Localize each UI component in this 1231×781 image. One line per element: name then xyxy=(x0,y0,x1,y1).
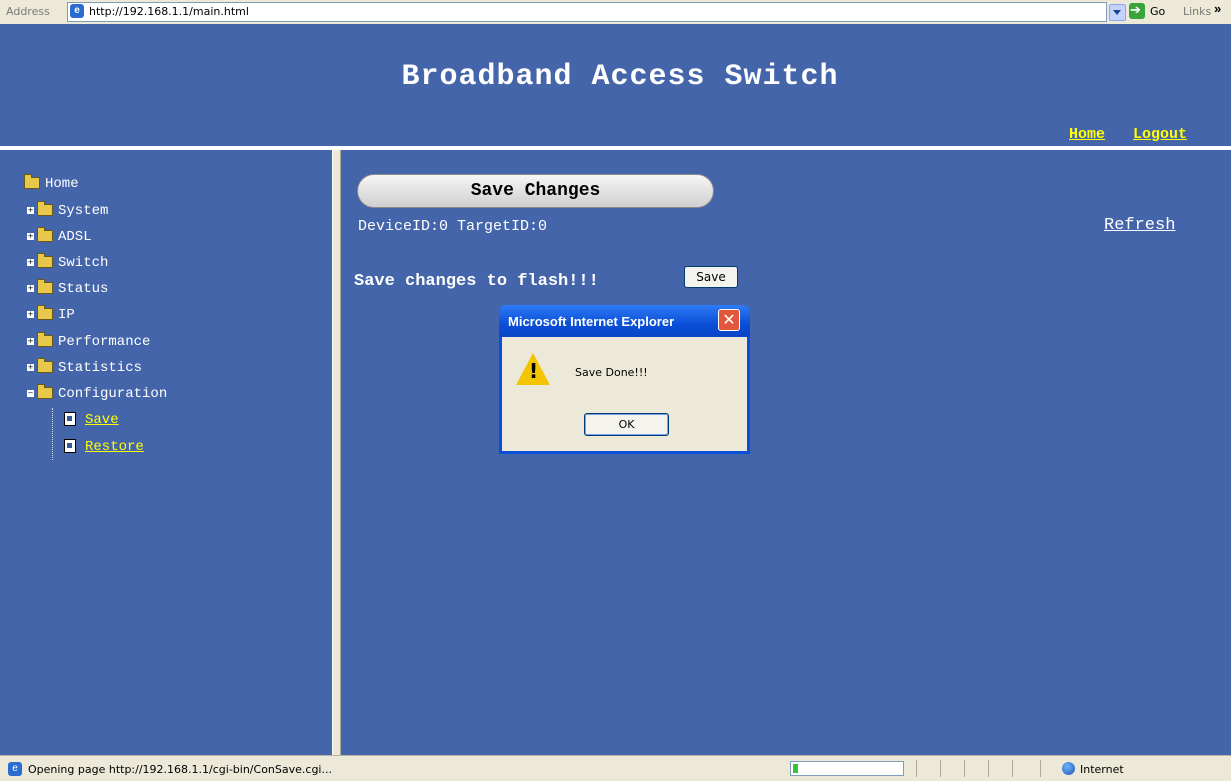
url-text: http://192.168.1.1/main.html xyxy=(89,5,249,18)
links-label[interactable]: Links xyxy=(1183,5,1211,18)
expand-icon[interactable]: + xyxy=(27,206,34,214)
expand-icon[interactable]: + xyxy=(27,284,34,292)
globe-icon xyxy=(1062,762,1075,775)
folder-icon xyxy=(37,279,53,295)
folder-icon xyxy=(37,227,53,243)
main-panel xyxy=(341,150,1231,755)
status-text: Opening page http://192.168.1.1/cgi-bin/… xyxy=(28,763,332,776)
ie-page-icon: e xyxy=(70,4,84,18)
links-chevron-icon[interactable]: » xyxy=(1214,1,1221,16)
folder-icon xyxy=(37,332,53,348)
go-arrow-icon[interactable] xyxy=(1129,2,1145,19)
tree-label: Performance xyxy=(58,334,151,350)
tree-label: System xyxy=(58,203,109,219)
dialog-message: Save Done!!! xyxy=(575,366,648,379)
tree-item-performance[interactable]: + Performance xyxy=(27,332,151,354)
page-icon xyxy=(64,439,76,454)
folder-open-icon xyxy=(24,174,40,190)
status-bar: e Opening page http://192.168.1.1/cgi-bi… xyxy=(0,755,1231,781)
tree-item-system[interactable]: + System xyxy=(27,201,109,223)
ie-page-icon: e xyxy=(8,762,22,776)
folder-icon xyxy=(37,358,53,374)
alert-dialog: Microsoft Internet Explorer ✕ ! Save Don… xyxy=(499,305,750,454)
status-divider xyxy=(1012,760,1013,777)
tree-item-restore[interactable]: Restore xyxy=(64,439,144,459)
folder-icon xyxy=(37,305,53,321)
tree-label: IP xyxy=(58,307,75,323)
security-zone: Internet xyxy=(1080,763,1124,776)
dialog-body: ! Save Done!!! OK xyxy=(502,337,747,451)
flash-label: Save changes to flash!!! xyxy=(354,272,599,291)
save-button[interactable]: Save xyxy=(684,266,738,288)
device-info: DeviceID:0 TargetID:0 xyxy=(358,218,548,235)
tree-guide-line xyxy=(52,408,54,460)
ok-button[interactable]: OK xyxy=(584,413,669,436)
tree-item-status[interactable]: + Status xyxy=(27,279,109,301)
save-changes-header: Save Changes xyxy=(357,174,714,208)
folder-icon xyxy=(37,253,53,269)
status-divider xyxy=(964,760,965,777)
tree-label: Configuration xyxy=(58,386,168,402)
page-title: Broadband Access Switch xyxy=(401,60,839,94)
folder-icon xyxy=(37,201,53,217)
collapse-icon[interactable]: − xyxy=(27,389,34,397)
dialog-title: Microsoft Internet Explorer xyxy=(508,314,675,329)
tree-label: Statistics xyxy=(58,360,143,376)
tree-item-switch[interactable]: + Switch xyxy=(27,253,109,275)
logout-link[interactable]: Logout xyxy=(1133,126,1187,143)
tree-label[interactable]: Restore xyxy=(85,439,144,455)
tree-item-statistics[interactable]: + Statistics xyxy=(27,358,143,380)
warning-exclamation: ! xyxy=(529,359,539,383)
status-divider xyxy=(916,760,917,777)
folder-open-icon xyxy=(37,384,53,400)
chevron-down-icon[interactable] xyxy=(1109,4,1126,21)
tree-item-configuration[interactable]: − Configuration xyxy=(27,384,168,406)
expand-icon[interactable]: + xyxy=(27,363,34,371)
frame-splitter[interactable] xyxy=(332,150,341,755)
tree-item-adsl[interactable]: + ADSL xyxy=(27,227,92,249)
page-header: Broadband Access Switch Home Logout xyxy=(0,24,1231,146)
tree-label: Home xyxy=(45,176,79,192)
tree-label: Status xyxy=(58,281,109,297)
url-input[interactable]: e http://192.168.1.1/main.html xyxy=(67,2,1107,22)
tree-item-ip[interactable]: + IP xyxy=(27,305,75,327)
address-label: Address xyxy=(6,5,50,18)
status-divider xyxy=(1040,760,1041,777)
refresh-link[interactable]: Refresh xyxy=(1104,216,1175,235)
status-divider xyxy=(988,760,989,777)
tree-item-home[interactable]: Home xyxy=(24,174,79,196)
progress-bar xyxy=(790,761,904,776)
dialog-titlebar[interactable]: Microsoft Internet Explorer ✕ xyxy=(499,305,750,337)
tree-label: ADSL xyxy=(58,229,92,245)
close-icon[interactable]: ✕ xyxy=(718,309,740,331)
expand-icon[interactable]: + xyxy=(27,232,34,240)
home-link[interactable]: Home xyxy=(1069,126,1105,143)
expand-icon[interactable]: + xyxy=(27,337,34,345)
tree-label[interactable]: Save xyxy=(85,412,119,428)
go-button[interactable]: Go xyxy=(1150,5,1165,18)
expand-icon[interactable]: + xyxy=(27,258,34,266)
tree-item-save[interactable]: Save xyxy=(64,412,119,432)
progress-fill xyxy=(793,764,798,773)
address-bar: Address e http://192.168.1.1/main.html G… xyxy=(0,0,1231,25)
page-icon xyxy=(64,412,76,427)
expand-icon[interactable]: + xyxy=(27,310,34,318)
status-divider xyxy=(940,760,941,777)
tree-label: Switch xyxy=(58,255,109,271)
